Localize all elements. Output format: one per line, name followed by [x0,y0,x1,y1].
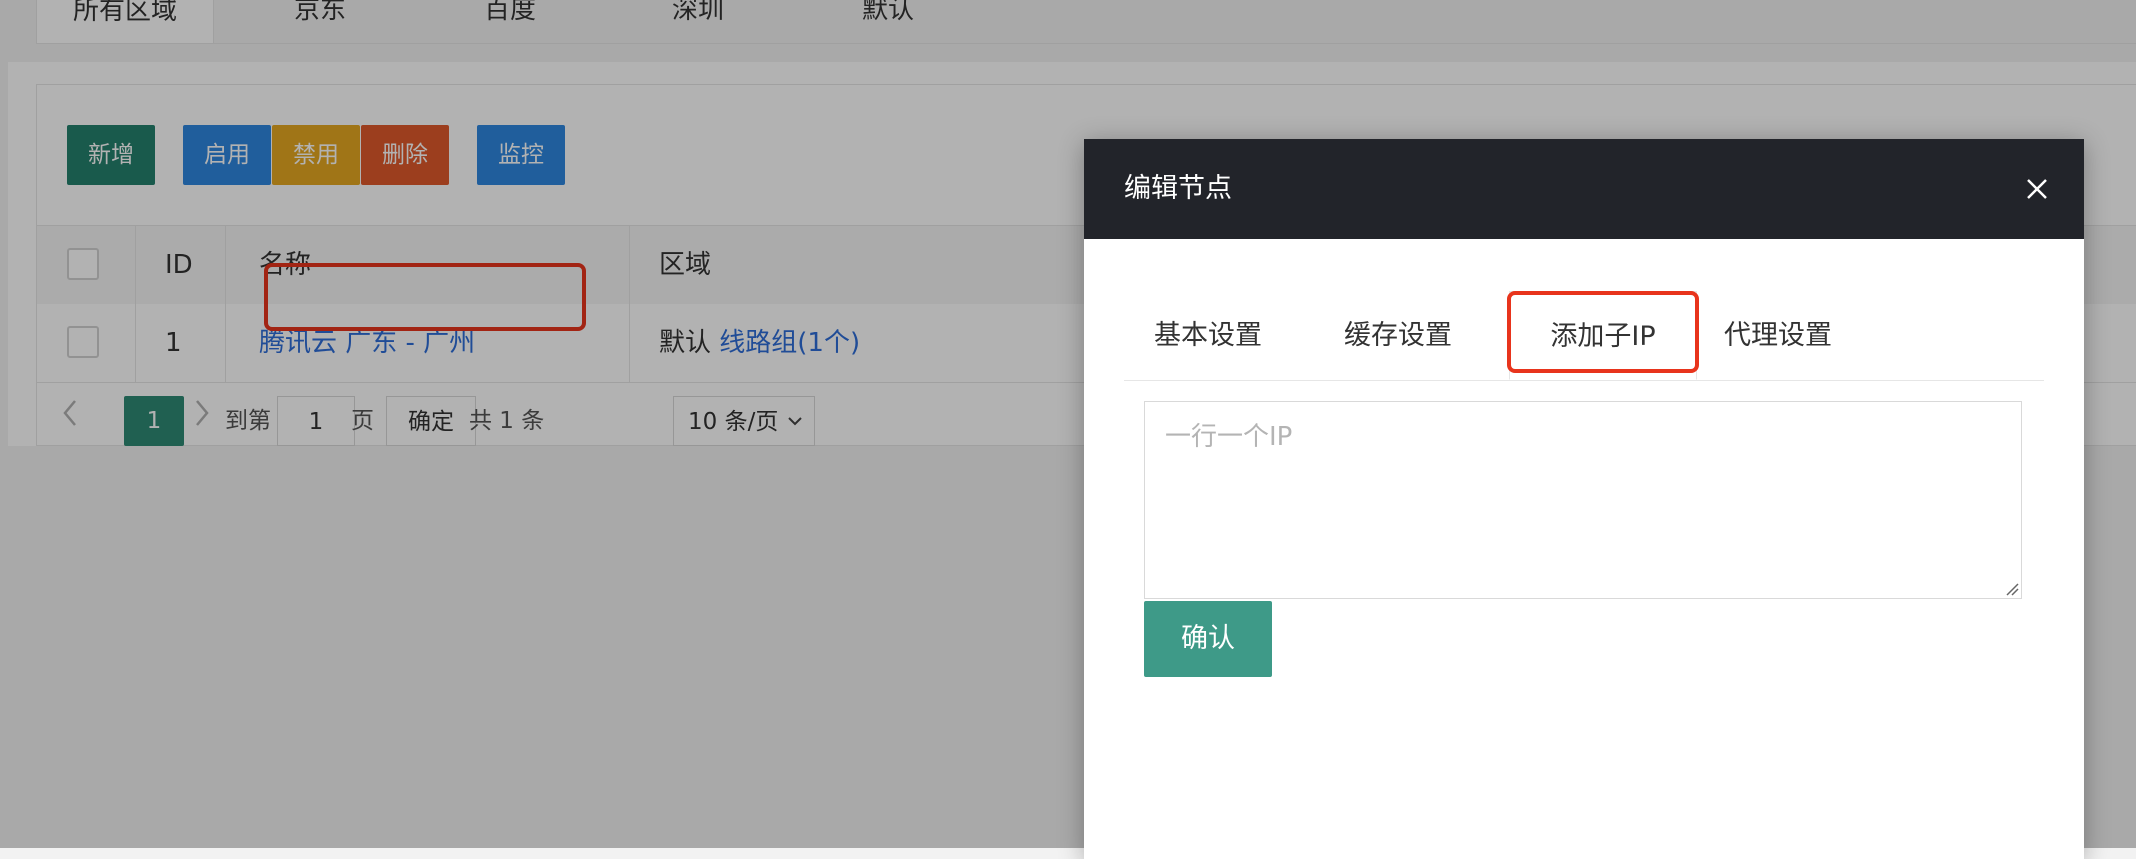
ip-list-textarea[interactable]: 一行一个IP [1144,401,2022,599]
tab-proxy-settings[interactable]: 代理设置 [1724,291,1832,380]
confirm-button[interactable]: 确认 [1144,601,1272,677]
tab-cache-settings[interactable]: 缓存设置 [1344,291,1452,380]
edit-node-dialog: 编辑节点 基本设置 缓存设置 添加子IP 代理设置 一行一个IP 确认 [1084,139,2084,859]
page: 所有区域 京东 百度 深圳 默认 新增 启用 禁用 删除 监控 ID 名称 区域 [0,0,2136,859]
ip-list-placeholder: 一行一个IP [1165,422,1293,452]
close-icon[interactable] [2020,172,2054,206]
resize-handle-icon[interactable] [2003,580,2019,596]
dialog-header: 编辑节点 [1084,139,2084,239]
tab-basic-settings[interactable]: 基本设置 [1154,291,1262,380]
tab-highlight-box [1507,291,1699,373]
dialog-title: 编辑节点 [1124,173,1232,204]
